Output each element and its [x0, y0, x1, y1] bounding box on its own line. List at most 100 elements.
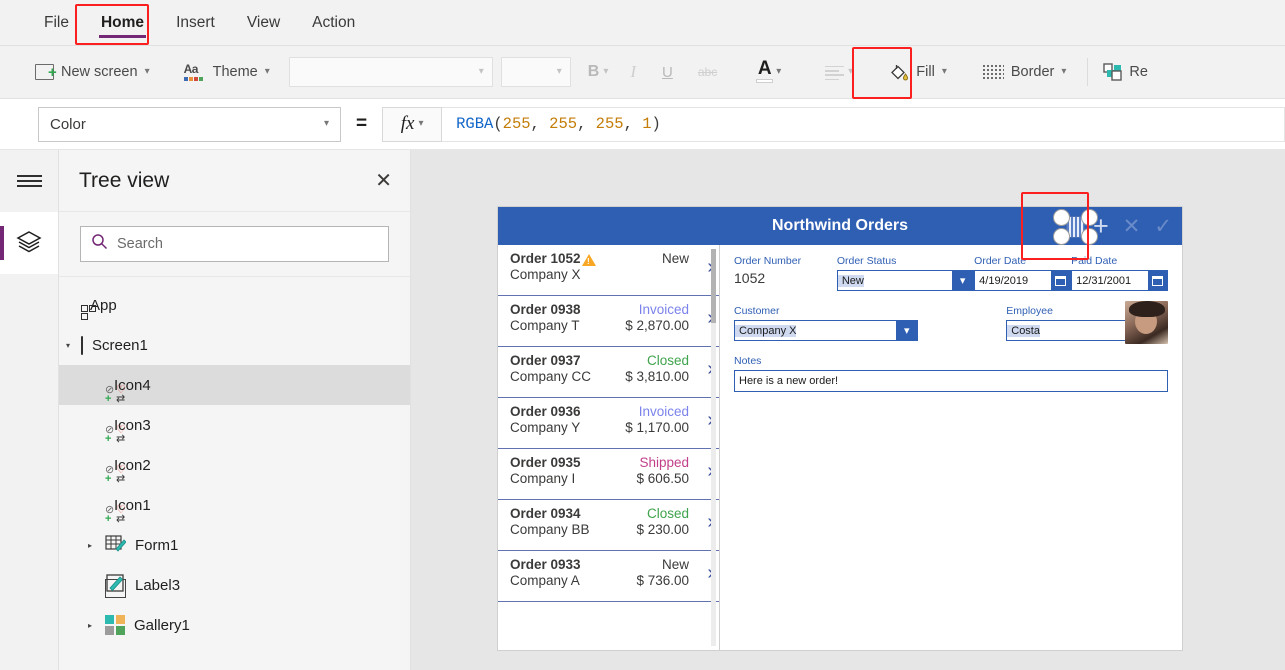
menu-item-action[interactable]: Action [298, 8, 369, 38]
reorder-button[interactable]: Re [1094, 52, 1157, 92]
order-company: Company BB [510, 522, 590, 537]
left-rail [0, 150, 59, 670]
theme-button[interactable]: Aa Theme ▾ [175, 52, 279, 92]
form-icon [105, 534, 127, 556]
order-list-item[interactable]: Order 0935Company IShipped$ 606.50› [498, 449, 719, 500]
chevron-down-icon: ▾ [848, 66, 854, 77]
border-button[interactable]: Border ▾ [974, 52, 1076, 92]
order-list-item[interactable]: Order 0936Company YInvoiced$ 1,170.00› [498, 398, 719, 449]
hamburger-menu-button[interactable] [0, 150, 58, 212]
gallery-icon [105, 615, 125, 635]
order-id: Order 0933 [510, 557, 581, 572]
theme-icon: Aa [183, 63, 206, 81]
rail-item-tree-view[interactable] [0, 212, 58, 274]
menu-item-view[interactable]: View [233, 8, 294, 38]
orders-gallery[interactable]: Order 1052Company XNew›Order 0938Company… [498, 245, 720, 650]
bold-icon: B [587, 63, 600, 80]
border-label: Border [1010, 64, 1055, 80]
tree-twisty[interactable]: ▾ [59, 341, 81, 350]
fill-button[interactable]: Fill ▾ [880, 52, 956, 92]
tree-twisty[interactable]: ▸ [59, 541, 105, 550]
chevron-down-icon[interactable]: ▾ [896, 321, 918, 340]
order-status: New [661, 251, 689, 266]
font-family-select[interactable]: ▾ [288, 57, 493, 87]
scrollbar-thumb[interactable] [711, 249, 716, 323]
tree-view-title: Tree view [79, 168, 170, 192]
tree-node-icon4[interactable]: ⊘ ♡ + ⇄ Icon4 [59, 365, 410, 405]
order-detail-form: Order Number 1052 Order Status New ▾ Ord… [720, 245, 1182, 650]
resize-handle-bottom-left[interactable] [1053, 228, 1070, 245]
tree-node-label3[interactable]: Label3 [59, 565, 410, 605]
align-left-icon [825, 65, 845, 81]
calendar-icon[interactable] [1147, 271, 1167, 290]
order-id: Order 0938 [510, 302, 581, 317]
order-id: Order 0937 [510, 353, 581, 368]
underline-button[interactable]: U [649, 52, 686, 92]
order-status: Invoiced [638, 404, 689, 419]
paid-date-input[interactable]: 12/31/2001 [1071, 270, 1168, 291]
order-date-input[interactable]: 4/19/2019 [974, 270, 1072, 291]
tree-node-icon2[interactable]: ⊘ ♡ + ⇄ Icon2 [59, 445, 410, 485]
order-amount: $ 1,170.00 [625, 420, 689, 435]
chevron-down-icon: ▾ [556, 66, 562, 77]
chevron-down-icon[interactable]: ▾ [952, 271, 974, 290]
cancel-icon[interactable]: ✕ [1123, 216, 1141, 237]
strikethrough-button[interactable]: abc [686, 52, 729, 92]
tree-node-icon3[interactable]: ⊘ ♡ + ⇄ Icon3 [59, 405, 410, 445]
order-company: Company T [510, 318, 580, 333]
chevron-down-icon: ▾ [776, 66, 782, 77]
tree-twisty[interactable]: ▸ [59, 621, 105, 630]
font-color-button[interactable]: A ▾ [747, 52, 790, 92]
ribbon-toolbar: New screen ▾ Aa Theme ▾ ▾ ▾ B ▾ I [0, 46, 1285, 99]
order-list-item[interactable]: Order 0938Company TInvoiced$ 2,870.00› [498, 296, 719, 347]
selected-icon-element[interactable] [1053, 207, 1098, 248]
menu-item-file[interactable]: File [30, 8, 83, 38]
tree-node-app[interactable]: App [59, 285, 410, 325]
customer-dropdown[interactable]: Company X ▾ [734, 320, 919, 341]
tree-node-label: Screen1 [92, 336, 148, 354]
italic-icon: I [630, 62, 637, 81]
order-id: Order 0935 [510, 455, 581, 470]
order-amount: $ 736.00 [636, 573, 689, 588]
tree-node-screen1[interactable]: ▾ Screen1 [59, 325, 410, 365]
order-status-dropdown[interactable]: New ▾ [836, 270, 975, 291]
fx-button[interactable]: fx ▾ [382, 106, 443, 142]
warning-icon [581, 253, 596, 266]
formula-input[interactable]: RGBA(255, 255, 255, 1) [442, 106, 1285, 142]
chevron-down-icon: ▾ [603, 66, 609, 77]
menu-item-insert[interactable]: Insert [162, 8, 229, 38]
order-status: Shipped [639, 455, 689, 470]
tree-node-form1[interactable]: ▸ Form1 [59, 525, 410, 565]
notes-input[interactable]: Here is a new order! [734, 370, 1168, 392]
theme-label: Theme [212, 64, 258, 80]
order-id: Order 0934 [510, 506, 581, 521]
search-input[interactable]: Search [80, 226, 389, 262]
reorder-label: Re [1129, 64, 1148, 80]
order-id: Order 1052 [510, 251, 662, 266]
gallery-scrollbar[interactable] [711, 249, 716, 646]
new-screen-button[interactable]: New screen ▾ [26, 52, 159, 92]
app-header-actions: + ✕ ✓ [1093, 212, 1172, 240]
bold-button[interactable]: B ▾ [579, 52, 618, 92]
menu-item-home[interactable]: Home [87, 8, 158, 38]
font-size-select[interactable]: ▾ [500, 57, 571, 87]
property-select[interactable]: Color ▾ [38, 106, 341, 142]
order-list-item[interactable]: Order 1052Company XNew› [498, 245, 719, 296]
confirm-icon[interactable]: ✓ [1154, 216, 1172, 237]
order-company: Company CC [510, 369, 592, 384]
order-list-item[interactable]: Order 0934Company BBClosed$ 230.00› [498, 500, 719, 551]
add-order-icon[interactable]: + [1093, 212, 1109, 240]
resize-handle-top-left[interactable] [1053, 209, 1070, 226]
tree-node-gallery1[interactable]: ▸ Gallery1 [59, 605, 410, 645]
order-list-item[interactable]: Order 0933Company ANew$ 736.00› [498, 551, 719, 602]
order-status: Closed [646, 506, 689, 521]
text-align-button[interactable]: ▾ [816, 52, 862, 92]
close-icon[interactable]: ✕ [375, 171, 392, 191]
calendar-icon[interactable] [1051, 271, 1071, 290]
italic-button[interactable]: I [617, 52, 649, 92]
order-status-value: New [837, 274, 864, 287]
order-id: Order 0936 [510, 404, 581, 419]
tree-node-icon1[interactable]: ⊘ ♡ + ⇄ Icon1 [59, 485, 410, 525]
order-list-item[interactable]: Order 0937Company CCClosed$ 3,810.00› [498, 347, 719, 398]
tree-search-container: Search [59, 212, 410, 277]
